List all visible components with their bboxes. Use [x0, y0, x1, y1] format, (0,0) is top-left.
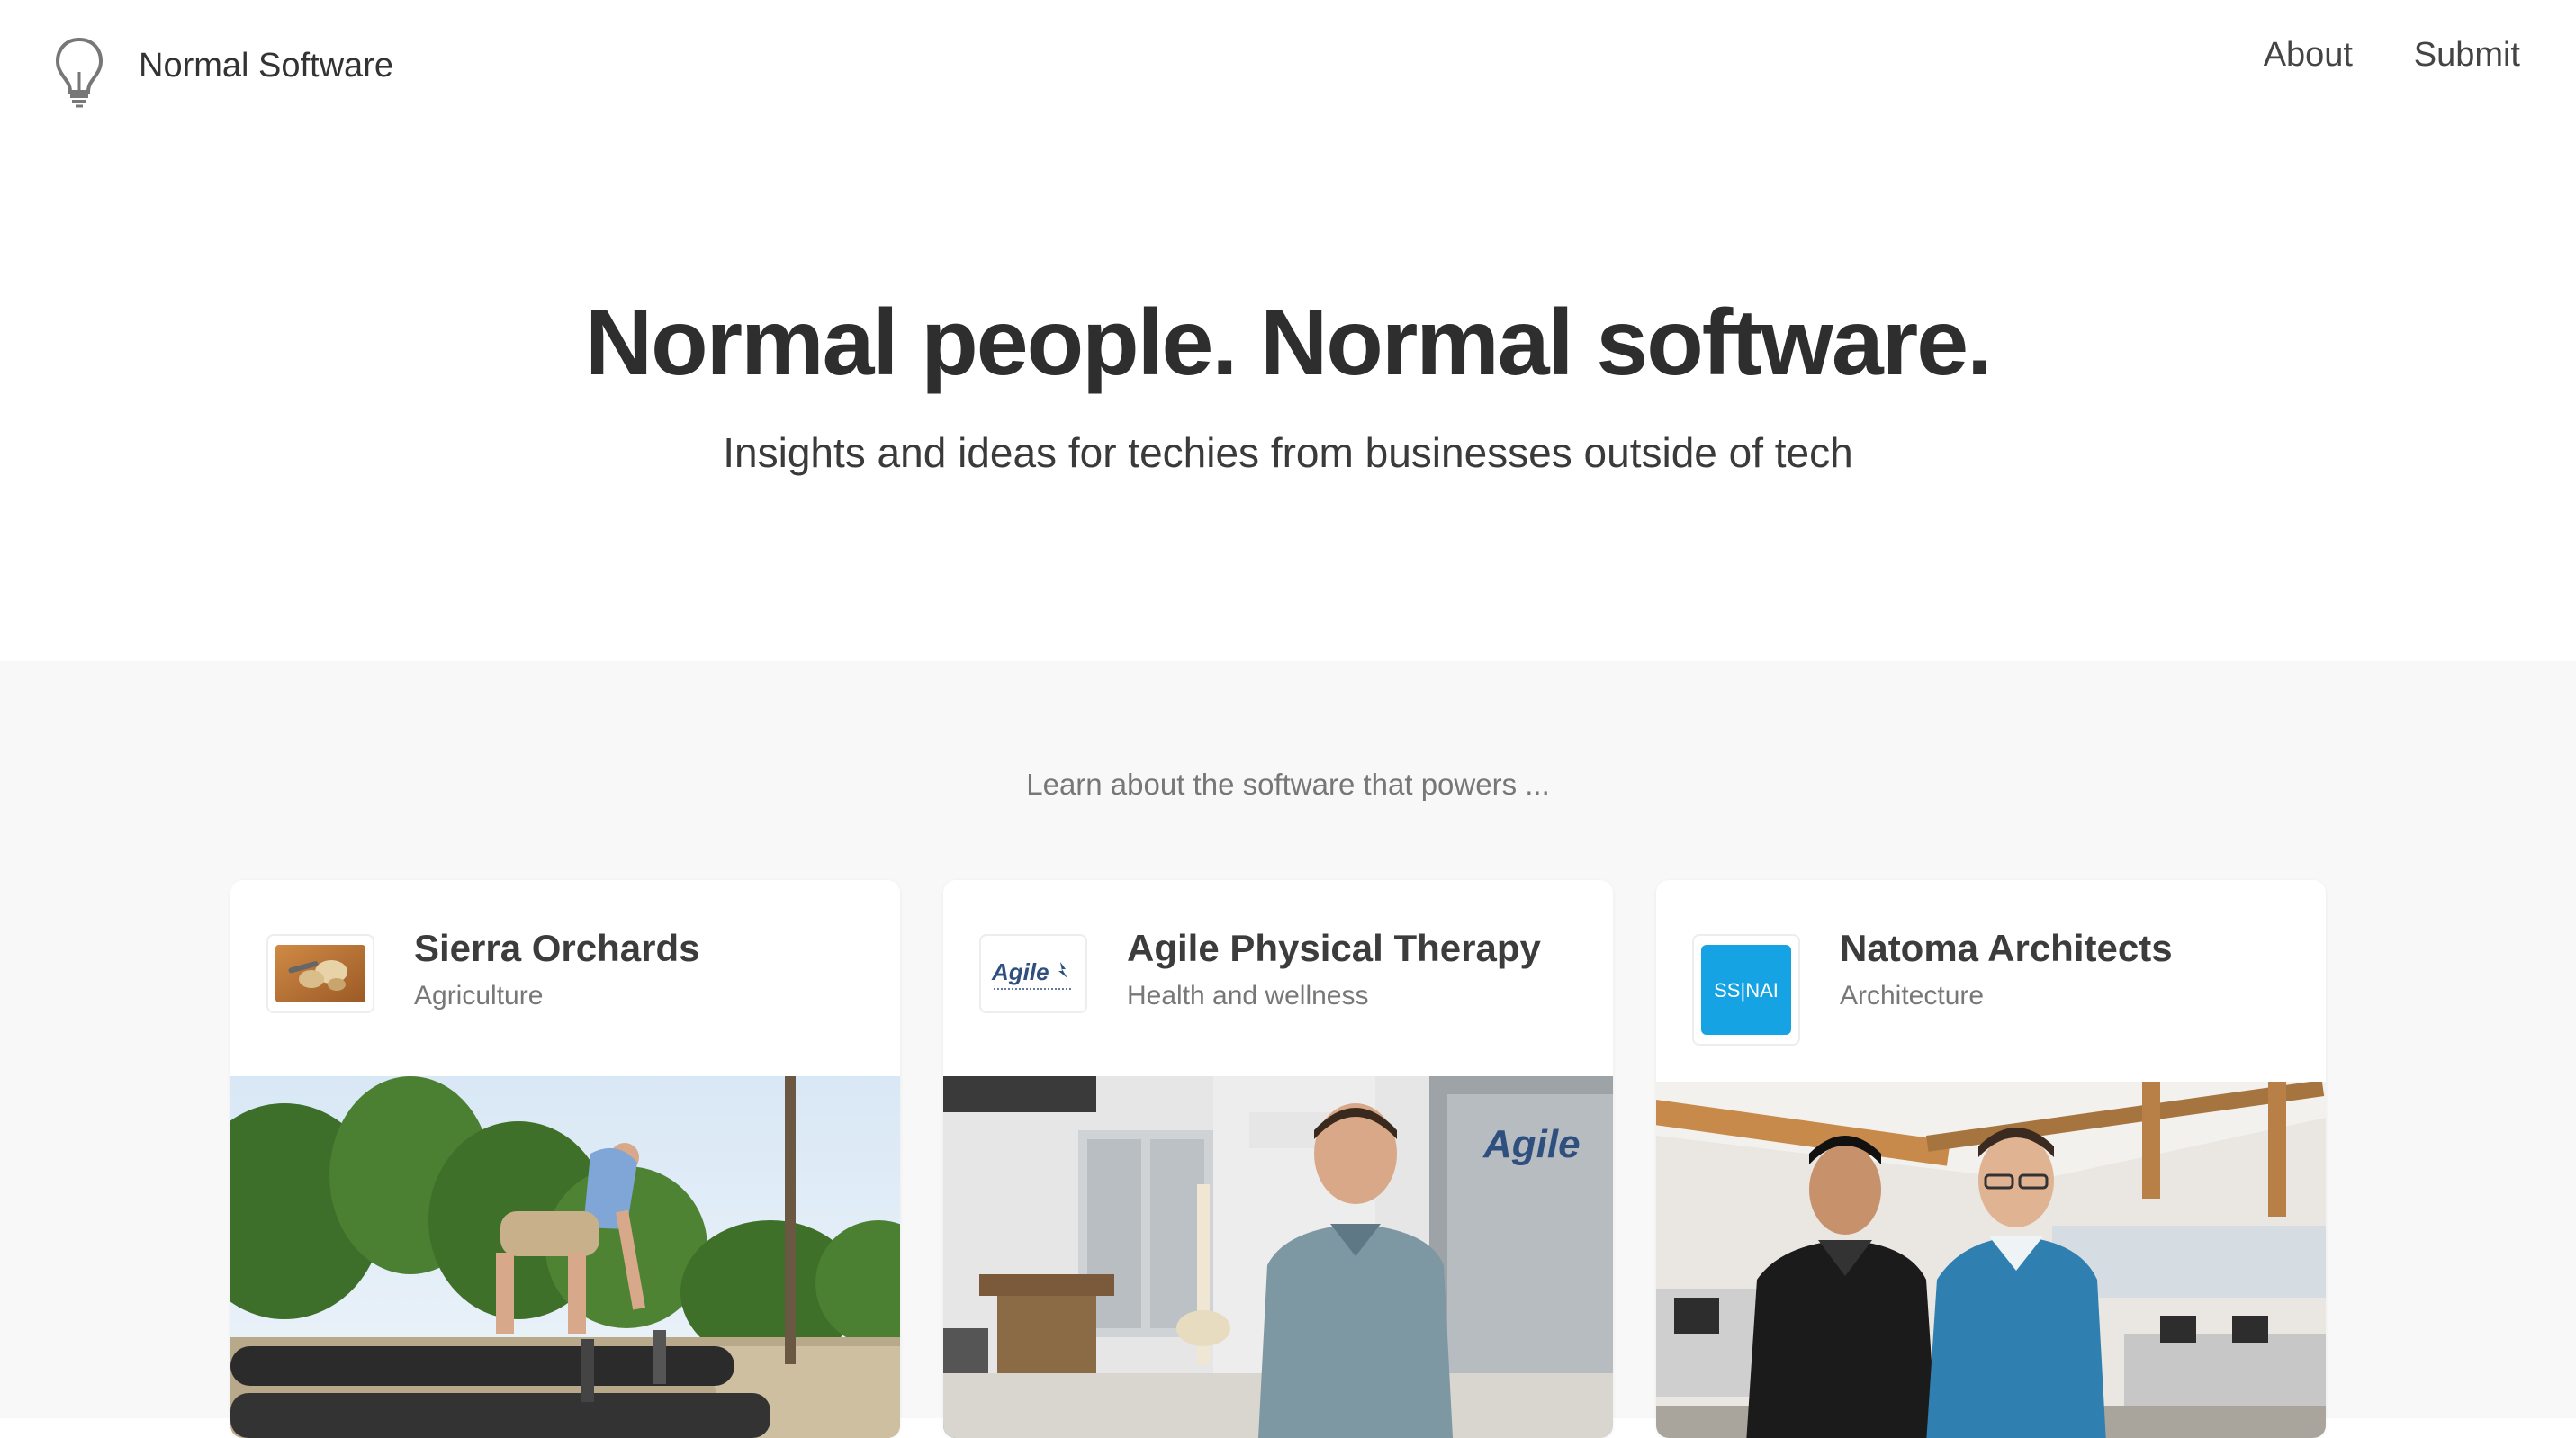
svg-text:SS|NAI: SS|NAI [1714, 979, 1779, 1002]
company-card-sierra-orchards[interactable]: Sierra Orchards Agriculture [230, 880, 900, 1438]
company-name: Natoma Architects [1840, 927, 2173, 969]
svg-text:Agile: Agile [1482, 1122, 1581, 1166]
company-logo-thumbnail: SS|NAI [1692, 934, 1800, 1046]
site-header: Normal Software About Submit [0, 0, 2576, 135]
office-photo [1656, 1082, 2326, 1438]
hero-title: Normal people. Normal software. [585, 291, 1993, 395]
company-card-agile-physical-therapy[interactable]: Agile Agile Physical Therapy Health and … [943, 880, 1613, 1438]
hero-subtitle: Insights and ideas for techies from busi… [723, 429, 1853, 476]
company-logo-thumbnail [266, 934, 374, 1013]
svg-text:Agile: Agile [991, 958, 1049, 985]
ssnai-logo: SS|NAI [1701, 945, 1791, 1035]
agile-logo: Agile [991, 958, 1071, 990]
nav-about-link[interactable]: About [2264, 36, 2353, 75]
company-category: Architecture [1840, 981, 1985, 1011]
companies-section: Learn about the software that powers ...… [0, 661, 2576, 1438]
brand-name[interactable]: Normal Software [139, 47, 393, 85]
orchard-photo [230, 1076, 900, 1438]
section-intro: Learn about the software that powers ... [1026, 768, 1550, 801]
walnut-photo-thumbnail [275, 945, 365, 1002]
company-name: Sierra Orchards [414, 927, 700, 969]
company-category: Health and wellness [1127, 981, 1369, 1011]
lightbulb-icon[interactable] [52, 36, 106, 108]
clinic-photo: Agile [943, 1076, 1613, 1438]
company-name: Agile Physical Therapy [1127, 927, 1541, 969]
nav-submit-link[interactable]: Submit [2414, 36, 2520, 75]
company-card-natoma-architects[interactable]: SS|NAI Natoma Architects Architecture [1656, 880, 2326, 1438]
company-logo-thumbnail: Agile [979, 934, 1087, 1013]
company-category: Agriculture [414, 981, 544, 1011]
